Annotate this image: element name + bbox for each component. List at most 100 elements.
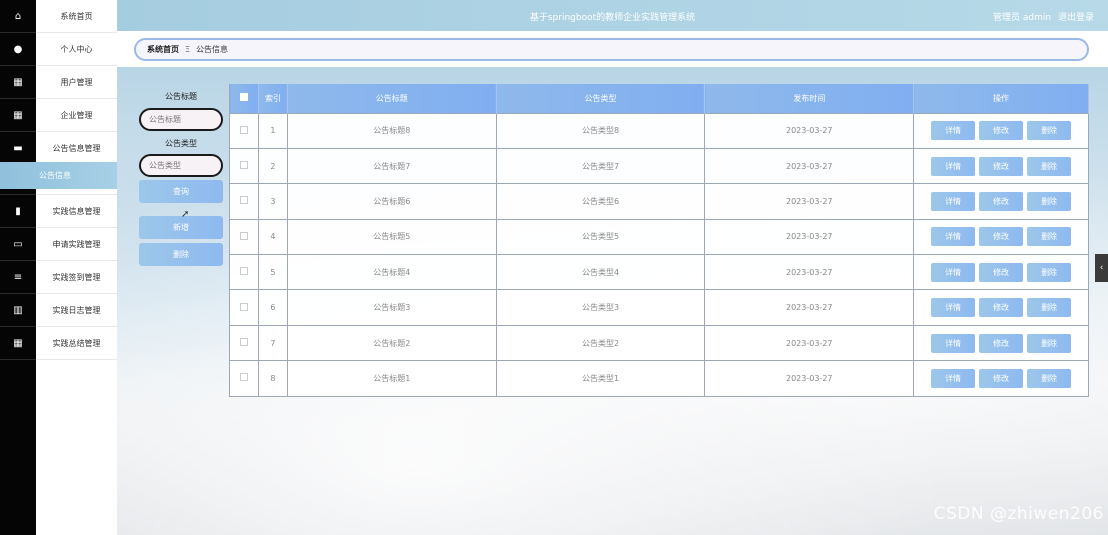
collapse-arrow-icon[interactable]: ‹ xyxy=(1095,254,1108,282)
detail-button[interactable]: 详情 xyxy=(931,333,976,353)
home-icon[interactable]: ⌂ xyxy=(0,0,36,33)
row-title: 公告标题1 xyxy=(287,360,497,397)
row-title: 公告标题5 xyxy=(287,218,497,255)
user-area: 管理员 admin 退出登录 xyxy=(989,10,1094,23)
row-time: 2023-03-27 xyxy=(704,289,915,326)
sidebar-item-notice[interactable]: 公告信息 xyxy=(0,162,117,189)
sidebar-item-checkin[interactable]: 实践签到管理 xyxy=(36,261,117,294)
sidebar-item-practice-info[interactable]: 实践信息管理 xyxy=(36,195,117,228)
user-icon[interactable]: ● xyxy=(0,33,36,66)
row-checkbox[interactable] xyxy=(229,147,259,184)
col-actions: 操作 xyxy=(913,84,1089,113)
sidebar-item-users[interactable]: 用户管理 xyxy=(36,66,117,99)
sidebar-item-enterprise[interactable]: 企业管理 xyxy=(36,99,117,132)
edit-button[interactable]: 修改 xyxy=(979,298,1024,318)
row-time: 2023-03-27 xyxy=(704,147,915,184)
delete-button[interactable]: 删除 xyxy=(1027,191,1072,211)
chart-icon[interactable]: ▥ xyxy=(0,294,36,327)
table-row: 6 公告标题3 公告类型3 2023-03-27 详情 修改 删除 xyxy=(229,289,1089,326)
delete-button[interactable]: 删除 xyxy=(1027,121,1072,141)
row-checkbox[interactable] xyxy=(229,112,259,149)
row-checkbox[interactable] xyxy=(229,289,259,326)
row-checkbox[interactable] xyxy=(229,324,259,361)
sidebar-menu: 系统首页 个人中心 用户管理 企业管理 公告信息管理 实践信息管理 申请实践管理… xyxy=(36,0,117,535)
row-title: 公告标题8 xyxy=(287,112,497,149)
sidebar-item-notice-manage[interactable]: 公告信息管理 xyxy=(36,132,117,165)
delete-button[interactable]: 删除 xyxy=(1027,156,1072,176)
title-filter-label: 公告标题 xyxy=(165,92,197,101)
row-actions: 详情 修改 删除 xyxy=(913,360,1089,397)
notice-table: 索引 公告标题 公告类型 发布时间 操作 1 公告标题8 公告类型 8 2023-03-… xyxy=(229,84,1089,397)
sidebar-item-practice-apply[interactable]: 申请实践管理 xyxy=(36,228,117,261)
table-header-row: 索引 公告标题 公告类型 发布时间 操作 xyxy=(229,84,1089,113)
grid-icon[interactable]: ▦ xyxy=(0,327,36,360)
detail-button[interactable]: 详情 xyxy=(931,262,976,282)
row-checkbox[interactable] xyxy=(229,360,259,397)
row-actions: 详情 修改 删除 xyxy=(913,254,1089,290)
edit-button[interactable]: 修改 xyxy=(979,156,1024,176)
row-time: 2023-03-27 xyxy=(704,254,915,290)
row-index: 7 xyxy=(258,324,288,361)
user-role: 管理员 admin xyxy=(993,13,1052,23)
row-index: 2 xyxy=(258,147,288,184)
edit-button[interactable]: 修改 xyxy=(979,191,1024,211)
delete-button[interactable]: 删除 xyxy=(1027,298,1072,318)
type-filter-input[interactable] xyxy=(139,154,223,177)
row-title: 公告标题6 xyxy=(287,183,497,220)
row-time: 2023-03-27 xyxy=(704,360,915,397)
breadcrumb-current: 公告信息 xyxy=(196,45,229,54)
detail-button[interactable]: 详情 xyxy=(931,156,976,176)
mouse-cursor-icon: ➚ xyxy=(181,209,190,220)
delete-button[interactable]: 删除 xyxy=(1027,262,1072,282)
grid-icon[interactable]: ▦ xyxy=(0,66,36,99)
grid-icon[interactable]: ▦ xyxy=(0,99,36,132)
row-index: 5 xyxy=(258,254,288,290)
delete-button[interactable]: 删除 xyxy=(1027,333,1072,353)
row-index: 1 xyxy=(258,112,288,149)
sidebar-item-summary[interactable]: 实践总结管理 xyxy=(36,327,117,360)
edit-button[interactable]: 修改 xyxy=(979,121,1024,141)
row-actions: 详情 修改 删除 xyxy=(913,289,1089,326)
query-button[interactable]: 查询 xyxy=(139,180,223,203)
delete-button[interactable]: 删除 xyxy=(1027,227,1072,247)
row-checkbox[interactable] xyxy=(229,218,259,255)
row-actions: 详情 修改 删除 xyxy=(913,218,1089,255)
ticket-icon[interactable]: ▭ xyxy=(0,228,36,261)
row-time: 2023-03-27 xyxy=(704,324,915,361)
icon-strip: ⌂ ● ▦ ▦ ▬ ▮ ▭ ≡ ▥ ▦ xyxy=(0,0,36,535)
edit-button[interactable]: 修改 xyxy=(979,262,1024,282)
row-index: 4 xyxy=(258,218,288,255)
clipboard-icon[interactable]: ▮ xyxy=(0,195,36,228)
row-type: 公告类型3 xyxy=(496,289,706,326)
breadcrumb-separator-icon: Ξ xyxy=(185,45,191,54)
col-index: 索引 xyxy=(258,84,288,113)
edit-button[interactable]: 修改 xyxy=(979,368,1024,388)
row-index: 8 xyxy=(258,360,288,397)
detail-button[interactable]: 详情 xyxy=(931,227,976,247)
edit-button[interactable]: 修改 xyxy=(979,227,1024,247)
row-checkbox[interactable] xyxy=(229,254,259,290)
row-checkbox[interactable] xyxy=(229,183,259,220)
delete-button[interactable]: 删除 xyxy=(1027,368,1072,388)
detail-button[interactable]: 详情 xyxy=(931,121,976,141)
col-type: 公告类型 xyxy=(496,84,706,113)
sidebar-item-log[interactable]: 实践日志管理 xyxy=(36,294,117,327)
table-row: 8 公告标题1 公告类型1 2023-03-27 详情 修改 删除 xyxy=(229,360,1089,397)
detail-button[interactable]: 详情 xyxy=(931,298,976,318)
select-all-checkbox[interactable] xyxy=(229,84,259,113)
sidebar-item-profile[interactable]: 个人中心 xyxy=(36,33,117,66)
monitor-icon[interactable]: ▬ xyxy=(0,132,36,165)
row-actions: 详情 修改 删除 xyxy=(913,147,1089,184)
row-type: 公告类型5 xyxy=(496,218,706,255)
bulk-delete-button[interactable]: 删除 xyxy=(139,243,223,266)
title-filter-input[interactable] xyxy=(139,108,223,131)
list-icon[interactable]: ≡ xyxy=(0,261,36,294)
detail-button[interactable]: 详情 xyxy=(931,191,976,211)
breadcrumb-home[interactable]: 系统首页 xyxy=(147,44,179,55)
row-title: 公告标题2 xyxy=(287,324,497,361)
logout-link[interactable]: 退出登录 xyxy=(1058,13,1094,23)
sidebar-item-home[interactable]: 系统首页 xyxy=(36,0,117,33)
edit-button[interactable]: 修改 xyxy=(979,333,1024,353)
detail-button[interactable]: 详情 xyxy=(931,368,976,388)
row-actions: 详情 修改 删除 xyxy=(913,112,1089,149)
